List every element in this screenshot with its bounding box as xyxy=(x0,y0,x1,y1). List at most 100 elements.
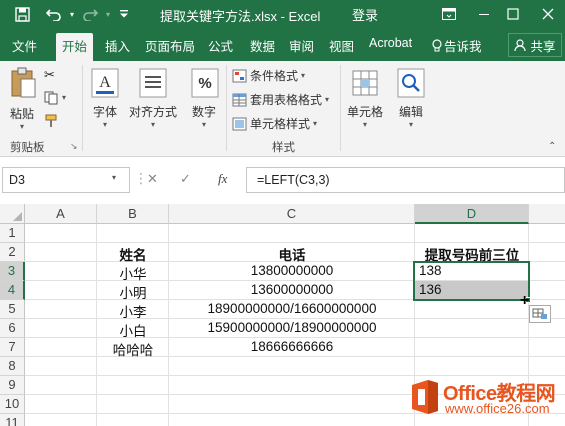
format-as-table-button[interactable]: 套用表格格式 ▾ xyxy=(232,91,329,108)
ribbon-separator xyxy=(82,65,83,151)
share-button[interactable]: 共享 xyxy=(508,33,562,57)
gridline xyxy=(25,375,565,376)
share-label: 共享 xyxy=(530,39,556,54)
column-header-e[interactable] xyxy=(529,204,565,224)
percent-icon: % xyxy=(186,67,224,99)
editing-button[interactable]: 编辑 ▾ xyxy=(392,67,430,129)
format-as-table-label: 套用表格格式 xyxy=(250,93,323,107)
column-header-b[interactable]: B xyxy=(97,204,169,224)
tab-insert[interactable]: 插入 xyxy=(105,36,130,55)
cell-b4[interactable]: 小明 xyxy=(97,281,169,301)
cell-c6[interactable]: 15900000000/18900000000 xyxy=(169,319,415,338)
format-painter-icon[interactable] xyxy=(45,114,59,131)
tab-review[interactable]: 审阅 xyxy=(289,36,314,55)
alignment-label: 对齐方式 xyxy=(128,105,177,119)
conditional-format-icon xyxy=(232,69,247,82)
row-header-3[interactable]: 3 xyxy=(0,262,25,281)
row-header-4[interactable]: 4 xyxy=(0,281,25,300)
column-header-d[interactable]: D xyxy=(415,204,529,224)
conditional-format-label: 条件格式 xyxy=(250,69,299,83)
cell-c5[interactable]: 18900000000/16600000000 xyxy=(169,300,415,319)
close-icon[interactable] xyxy=(537,3,559,25)
column-header-a[interactable]: A xyxy=(25,204,97,224)
select-all-button[interactable] xyxy=(0,204,25,224)
collapse-ribbon-icon[interactable]: ⌃ xyxy=(548,141,556,152)
cell-b7[interactable]: 哈哈哈 xyxy=(97,338,169,358)
selection-border xyxy=(413,261,530,301)
paste-button[interactable]: 粘贴 ▾ xyxy=(4,67,40,131)
row-header-7[interactable]: 7 xyxy=(0,338,25,357)
maximize-icon[interactable] xyxy=(502,3,524,25)
formula-bar: D3 ▾ ⋮ ✕ ✓ fx =LEFT(C3,3) xyxy=(0,157,565,206)
name-box-dropdown-icon[interactable]: ▾ xyxy=(112,173,116,182)
paste-label: 粘贴 xyxy=(9,107,34,121)
title-bar: ▾ ▾ 提取关键字方法.xlsx - Excel 登录 xyxy=(0,0,565,28)
conditional-format-button[interactable]: 条件格式 ▾ xyxy=(232,67,305,84)
number-format-button[interactable]: % 数字 ▾ xyxy=(186,67,222,129)
cell-b2[interactable]: 姓名 xyxy=(97,243,169,263)
font-dropdown-icon: ▾ xyxy=(102,120,107,129)
cells-button[interactable]: 单元格 ▾ xyxy=(344,67,386,129)
cell-b3[interactable]: 小华 xyxy=(97,262,169,282)
cell-c3[interactable]: 13800000000 xyxy=(169,262,415,281)
cell-c2[interactable]: 电话 xyxy=(169,243,415,263)
tab-file[interactable]: 文件 xyxy=(12,36,37,55)
font-button[interactable]: A 字体 ▾ xyxy=(86,67,124,129)
row-header-10[interactable]: 10 xyxy=(0,395,25,414)
row-header-8[interactable]: 8 xyxy=(0,357,25,376)
cell-c4[interactable]: 13600000000 xyxy=(169,281,415,300)
ribbon-home: 粘贴 ▾ ✂ ▾ 剪贴板 ↘ A 字体 ▾ 对齐方式 ▾ % 数字 ▾ 条件格式 xyxy=(0,61,565,157)
customize-icon[interactable] xyxy=(114,4,134,24)
redo-icon xyxy=(80,4,100,24)
cell-styles-button[interactable]: 单元格样式 ▾ xyxy=(232,115,317,132)
enter-icon[interactable]: ✓ xyxy=(180,171,191,187)
row-header-11[interactable]: 11 xyxy=(0,414,25,426)
auto-fill-icon xyxy=(532,308,547,319)
number-dropdown-icon: ▾ xyxy=(201,120,206,129)
crosshair-cursor-icon: + xyxy=(520,292,530,309)
cell-b6[interactable]: 小白 xyxy=(97,319,169,339)
clipboard-launcher-icon[interactable]: ↘ xyxy=(70,141,78,152)
alignment-button[interactable]: 对齐方式 ▾ xyxy=(128,67,178,129)
undo-icon[interactable] xyxy=(44,4,64,24)
cells-label: 单元格 xyxy=(346,105,383,119)
tab-home[interactable]: 开始 xyxy=(56,33,94,61)
row-header-9[interactable]: 9 xyxy=(0,376,25,395)
conditional-format-dropdown-icon: ▾ xyxy=(301,71,306,80)
cell-b5[interactable]: 小李 xyxy=(97,300,169,320)
cut-icon[interactable]: ✂ xyxy=(44,67,55,83)
tab-formulas[interactable]: 公式 xyxy=(208,36,233,55)
tell-me-box[interactable]: 告诉我 xyxy=(432,36,482,55)
document-title: 提取关键字方法.xlsx - Excel xyxy=(160,9,321,24)
cell-styles-icon xyxy=(232,117,247,130)
undo-dropdown-icon[interactable]: ▾ xyxy=(62,4,82,24)
ribbon-display-icon[interactable] xyxy=(438,3,460,25)
tab-page-layout[interactable]: 页面布局 xyxy=(145,36,195,55)
auto-fill-options-button[interactable] xyxy=(529,305,551,323)
watermark-url: www.office26.com xyxy=(445,401,550,416)
row-header-5[interactable]: 5 xyxy=(0,300,25,319)
cell-c7[interactable]: 18666666666 xyxy=(169,338,415,357)
tab-data[interactable]: 数据 xyxy=(250,36,275,55)
editing-label: 编辑 xyxy=(398,105,423,119)
name-box[interactable]: D3 xyxy=(2,167,130,193)
row-header-1[interactable]: 1 xyxy=(0,224,25,243)
minimize-icon[interactable] xyxy=(473,3,495,25)
cancel-icon[interactable]: ✕ xyxy=(147,171,158,187)
clipboard-group-label: 剪贴板 xyxy=(10,142,45,154)
styles-group-label: 样式 xyxy=(272,142,295,154)
svg-text:A: A xyxy=(99,74,111,91)
column-header-c[interactable]: C xyxy=(169,204,415,224)
save-icon[interactable] xyxy=(12,4,32,24)
insert-function-button[interactable]: fx xyxy=(218,171,227,187)
row-header-2[interactable]: 2 xyxy=(0,243,25,262)
tab-acrobat[interactable]: Acrobat xyxy=(369,36,412,50)
copy-icon[interactable] xyxy=(44,91,60,108)
login-link[interactable]: 登录 xyxy=(352,5,378,24)
tab-view[interactable]: 视图 xyxy=(329,36,354,55)
row-header-6[interactable]: 6 xyxy=(0,319,25,338)
paste-dropdown-icon: ▾ xyxy=(19,122,24,131)
cell-d2[interactable]: 提取号码前三位 xyxy=(415,243,529,263)
formula-input[interactable]: =LEFT(C3,3) xyxy=(246,167,565,193)
copy-dropdown-icon[interactable]: ▾ xyxy=(62,93,66,102)
